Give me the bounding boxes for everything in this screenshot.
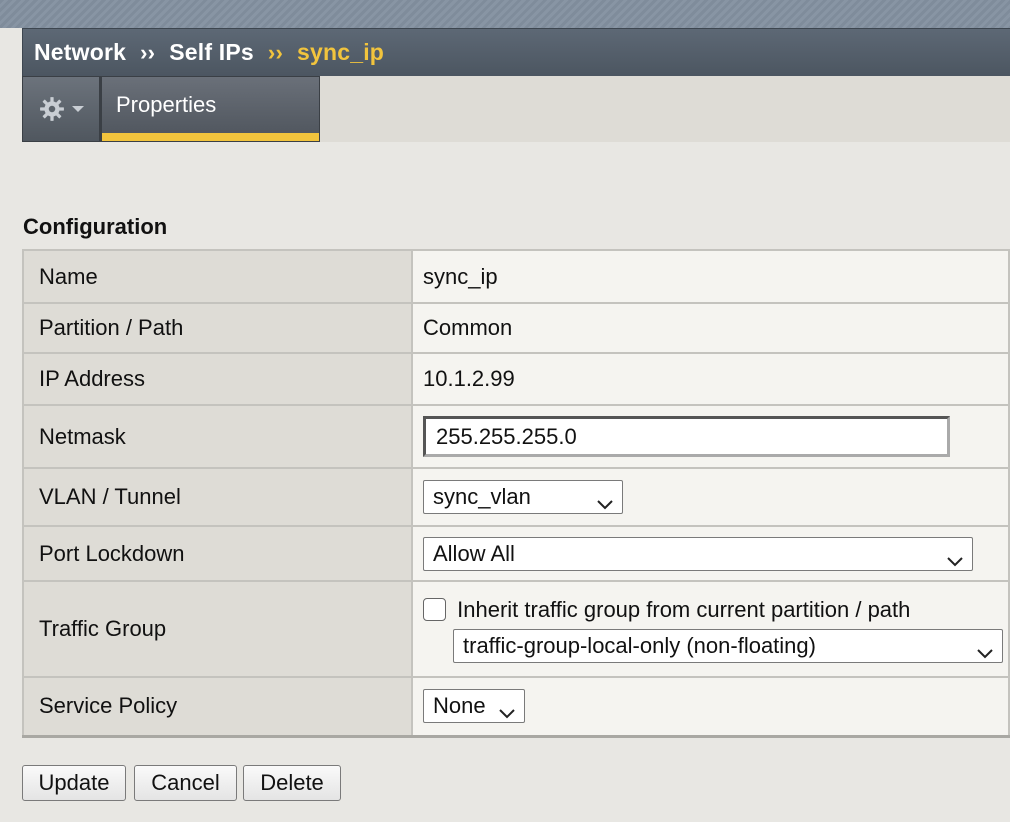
inherit-traffic-group-checkbox[interactable] xyxy=(423,598,446,622)
name-label: Name xyxy=(22,249,413,304)
port-lockdown-label: Port Lockdown xyxy=(22,525,413,582)
tab-bar: Properties xyxy=(22,76,1010,142)
netmask-label: Netmask xyxy=(22,404,413,469)
vlan-select-value: sync_vlan xyxy=(433,484,531,509)
row-partition: Partition / Path Common xyxy=(22,302,1010,354)
breadcrumb: Network ›› Self IPs ›› sync_ip xyxy=(22,28,1010,76)
row-ip-address: IP Address 10.1.2.99 xyxy=(22,352,1010,406)
traffic-group-select[interactable]: traffic-group-local-only (non-floating) xyxy=(453,628,1003,663)
port-lockdown-select-value: Allow All xyxy=(433,540,515,566)
name-value: sync_ip xyxy=(411,249,1010,304)
chevron-down-icon xyxy=(976,640,994,659)
netmask-input[interactable] xyxy=(423,416,950,457)
traffic-group-select-value: traffic-group-local-only (non-floating) xyxy=(463,632,816,658)
gear-icon xyxy=(39,96,65,122)
update-button[interactable]: Update xyxy=(22,765,126,801)
breadcrumb-separator: ›› xyxy=(140,39,156,65)
row-service-policy: Service Policy None xyxy=(22,676,1010,738)
row-name: Name sync_ip xyxy=(22,249,1010,304)
section-title: Configuration xyxy=(23,214,168,239)
tab-properties[interactable]: Properties xyxy=(100,76,320,142)
partition-value: Common xyxy=(411,302,1010,354)
chevron-down-icon xyxy=(596,491,614,510)
breadcrumb-separator: ›› xyxy=(267,39,283,65)
traffic-group-label: Traffic Group xyxy=(22,580,413,678)
chevron-down-icon xyxy=(498,700,516,719)
tab-active-indicator xyxy=(102,133,319,141)
vlan-select[interactable]: sync_vlan xyxy=(423,480,623,514)
delete-button[interactable]: Delete xyxy=(243,765,341,801)
inherit-traffic-group-label: Inherit traffic group from current parti… xyxy=(457,596,911,622)
row-vlan: VLAN / Tunnel sync_vlan xyxy=(22,467,1010,527)
row-netmask: Netmask xyxy=(22,404,1010,469)
chevron-down-icon xyxy=(71,105,84,113)
ip-address-label: IP Address xyxy=(22,352,413,406)
breadcrumb-self-ips[interactable]: Self IPs xyxy=(169,39,254,66)
service-policy-select-value: None xyxy=(433,693,486,719)
tab-properties-label: Properties xyxy=(116,92,217,117)
chevron-down-icon xyxy=(946,548,964,566)
port-lockdown-select[interactable]: Allow All xyxy=(423,536,973,571)
service-policy-label: Service Policy xyxy=(22,676,413,738)
ip-address-value: 10.1.2.99 xyxy=(411,352,1010,406)
partition-label: Partition / Path xyxy=(22,302,413,354)
configuration-table: Name sync_ip Partition / Path Common IP … xyxy=(22,249,1010,738)
service-policy-select[interactable]: None xyxy=(423,689,525,724)
top-banner-strip xyxy=(0,0,1010,28)
row-port-lockdown: Port Lockdown Allow All xyxy=(22,525,1010,582)
breadcrumb-network[interactable]: Network xyxy=(34,39,126,66)
gear-menu-button[interactable] xyxy=(22,76,100,142)
cancel-button[interactable]: Cancel xyxy=(134,765,237,801)
row-traffic-group: Traffic Group Inherit traffic group from… xyxy=(22,580,1010,678)
breadcrumb-current: sync_ip xyxy=(296,39,385,65)
vlan-label: VLAN / Tunnel xyxy=(22,467,413,527)
